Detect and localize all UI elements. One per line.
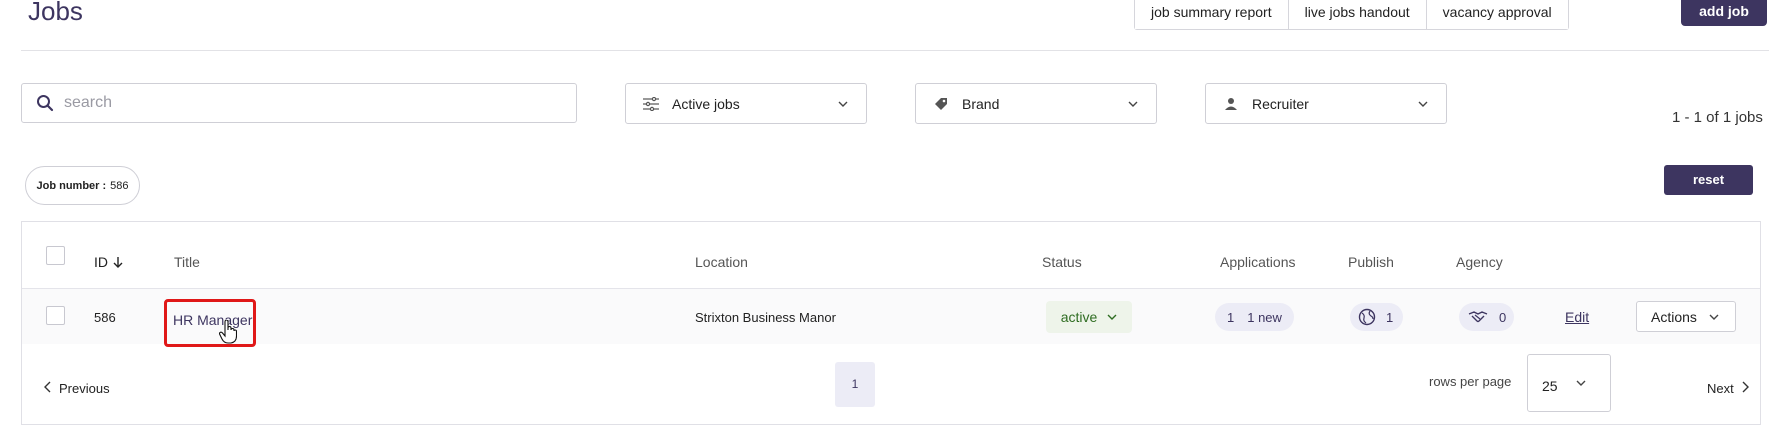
vacancy-approval-button[interactable]: vacancy approval [1426, 0, 1568, 29]
reset-button[interactable]: reset [1664, 165, 1753, 195]
job-summary-report-button[interactable]: job summary report [1135, 0, 1289, 29]
live-jobs-handout-button[interactable]: live jobs handout [1288, 0, 1427, 29]
status-value: active [1060, 309, 1098, 325]
applications-count: 1 [1227, 309, 1235, 325]
column-header-id-label: ID [94, 254, 108, 270]
applications-badge[interactable]: 1 1 new [1215, 303, 1294, 331]
column-header-publish[interactable]: Publish [1348, 254, 1394, 270]
chevron-down-icon [1128, 101, 1138, 107]
status-dropdown[interactable]: active [1046, 301, 1132, 333]
header-divider [21, 50, 1769, 51]
status-filter-label: Active jobs [672, 95, 740, 112]
brand-filter-dropdown[interactable]: Brand [915, 83, 1157, 124]
next-page-button[interactable]: Next [1707, 377, 1749, 396]
previous-label: Previous [59, 381, 110, 396]
applications-new: 1 new [1247, 309, 1282, 325]
column-header-location[interactable]: Location [695, 254, 748, 270]
chevron-down-icon [1709, 314, 1719, 320]
rows-per-page-label: rows per page [1429, 374, 1512, 389]
actions-dropdown[interactable]: Actions [1636, 301, 1736, 332]
page-title: Jobs [28, 0, 83, 26]
result-count: 1 - 1 of 1 jobs [1672, 109, 1763, 126]
chevron-down-icon [1107, 314, 1117, 320]
chevron-left-icon [44, 381, 51, 392]
publish-badge[interactable]: 1 [1350, 303, 1403, 331]
recruiter-filter-label: Recruiter [1252, 95, 1309, 112]
select-all-checkbox[interactable] [46, 246, 65, 265]
report-button-group: job summary report live jobs handout vac… [1134, 0, 1569, 30]
rows-per-page-value: 25 [1542, 378, 1558, 394]
page-button-1[interactable]: 1 [835, 362, 875, 407]
actions-label: Actions [1651, 308, 1697, 325]
row-checkbox[interactable] [46, 306, 65, 325]
next-label: Next [1707, 381, 1734, 396]
publish-count: 1 [1386, 309, 1394, 325]
hand-cursor-icon [219, 320, 237, 344]
tag-icon [932, 97, 950, 111]
brand-filter-label: Brand [962, 95, 1000, 112]
column-header-title[interactable]: Title [174, 254, 200, 270]
row-location: Strixton Business Manor [695, 310, 836, 325]
column-header-id[interactable]: ID [94, 254, 124, 270]
job-title-text: HR Manager [173, 312, 253, 328]
previous-page-button[interactable]: Previous [44, 377, 110, 396]
arrow-down-icon [113, 257, 123, 268]
agency-count: 0 [1499, 309, 1507, 325]
search-icon [37, 95, 54, 112]
column-header-agency[interactable]: Agency [1456, 254, 1503, 270]
filter-chip-label: Job number : [36, 179, 107, 192]
column-header-status[interactable]: Status [1042, 254, 1082, 270]
user-icon [1222, 97, 1240, 111]
search-input[interactable] [64, 94, 544, 112]
recruiter-filter-dropdown[interactable]: Recruiter [1205, 83, 1447, 124]
job-title-link[interactable]: HR Manager [164, 299, 256, 347]
filter-chip-value: 586 [110, 179, 129, 192]
add-job-button[interactable]: add job [1681, 0, 1767, 26]
edit-link[interactable]: Edit [1565, 309, 1589, 325]
chevron-down-icon [1418, 101, 1428, 107]
chevron-right-icon [1742, 381, 1749, 392]
search-field[interactable] [21, 83, 577, 123]
chevron-down-icon [838, 101, 848, 107]
handshake-icon [1468, 311, 1488, 323]
sliders-icon [642, 96, 660, 111]
rows-per-page-select[interactable]: 25 [1527, 354, 1611, 412]
globe-icon [1358, 308, 1376, 326]
status-filter-dropdown[interactable]: Active jobs [625, 83, 867, 124]
column-header-applications[interactable]: Applications [1220, 254, 1296, 270]
agency-badge[interactable]: 0 [1459, 303, 1514, 331]
job-number-filter-chip[interactable]: Job number : 586 [25, 166, 140, 205]
row-id: 586 [94, 310, 116, 325]
chevron-down-icon [1576, 380, 1586, 386]
